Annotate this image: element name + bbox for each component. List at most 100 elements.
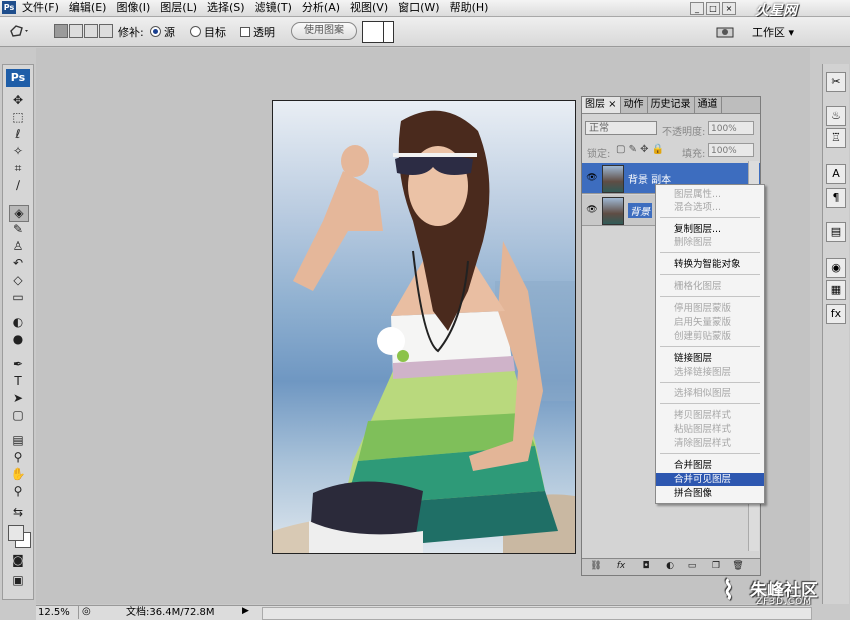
link-icon[interactable]: ⛓: [590, 561, 602, 572]
menu-item-disable-layer-mask[interactable]: 停用图层蒙版: [656, 302, 764, 315]
new-selection-icon[interactable]: [54, 24, 68, 38]
lasso-tool-icon[interactable]: ℓ: [9, 127, 27, 142]
eyedropper-tool-icon[interactable]: ⚲: [9, 450, 27, 465]
swatches-panel-icon[interactable]: ▦: [826, 280, 846, 300]
styles-panel-icon[interactable]: fx: [826, 304, 846, 324]
menu-item-link-layers[interactable]: 链接图层: [656, 352, 764, 365]
type-tool-icon[interactable]: T: [9, 374, 27, 389]
brush-panel-icon[interactable]: ♨: [826, 106, 846, 126]
subtract-selection-icon[interactable]: [84, 24, 98, 38]
menu-analysis[interactable]: 分析(A): [302, 1, 340, 15]
status-menu-arrow-icon[interactable]: ▶: [242, 606, 249, 616]
trash-icon[interactable]: 🗑: [732, 561, 744, 572]
menu-item-copy-layer-style[interactable]: 拷贝图层样式: [656, 409, 764, 422]
clone-source-icon[interactable]: ♖: [826, 128, 846, 148]
screen-mode-icon[interactable]: ▣: [9, 573, 27, 588]
add-selection-icon[interactable]: [69, 24, 83, 38]
blur-tool-icon[interactable]: ◐: [9, 315, 27, 330]
document-image[interactable]: [272, 100, 576, 554]
magic-wand-tool-icon[interactable]: ✧: [9, 144, 27, 159]
tab-history[interactable]: 历史记录: [648, 97, 695, 113]
hand-tool-icon[interactable]: ✋: [9, 467, 27, 482]
menu-item-flatten-image[interactable]: 拼合图像: [656, 487, 764, 500]
menu-item-merge-layers[interactable]: 合并图层: [656, 459, 764, 472]
history-brush-tool-icon[interactable]: ↶: [9, 256, 27, 271]
gradient-tool-icon[interactable]: ▭: [9, 290, 27, 305]
marquee-tool-icon[interactable]: ⬚: [9, 110, 27, 125]
eraser-tool-icon[interactable]: ◇: [9, 273, 27, 288]
menu-item-convert-smart-object[interactable]: 转换为智能对象: [656, 258, 764, 271]
menu-item-select-linked-layers[interactable]: 选择链接图层: [656, 366, 764, 379]
menu-item-enable-vector-mask[interactable]: 启用矢量蒙版: [656, 316, 764, 329]
maximize-button[interactable]: □: [706, 2, 720, 15]
menu-view[interactable]: 视图(V): [350, 1, 388, 15]
notes-tool-icon[interactable]: ▤: [9, 433, 27, 448]
blend-mode-select[interactable]: 正常: [585, 121, 657, 135]
visibility-eye-icon[interactable]: 👁: [586, 205, 598, 215]
mask-icon[interactable]: ◘: [640, 561, 652, 572]
status-options-icon[interactable]: ◎: [82, 606, 91, 617]
folder-icon[interactable]: ▭: [686, 561, 698, 572]
default-colors-icon[interactable]: ⇆: [9, 505, 27, 520]
menu-item-rasterize-layer[interactable]: 栅格化图层: [656, 280, 764, 293]
zoom-tool-icon[interactable]: ⚲: [9, 484, 27, 499]
pattern-swatch[interactable]: [362, 21, 394, 43]
photoshop-app-icon[interactable]: Ps: [2, 1, 16, 14]
use-pattern-button[interactable]: 使用图案: [291, 22, 357, 40]
pen-tool-icon[interactable]: ✒: [9, 357, 27, 372]
quick-mask-icon[interactable]: ◙: [9, 553, 27, 568]
tab-actions[interactable]: 动作: [621, 97, 648, 113]
shape-tool-icon[interactable]: ▢: [9, 408, 27, 423]
menu-window[interactable]: 窗口(W): [398, 1, 439, 15]
menu-item-blending-options[interactable]: 混合选项...: [656, 201, 764, 214]
minimize-button[interactable]: _: [690, 2, 704, 15]
menu-layer[interactable]: 图层(L): [160, 1, 197, 15]
tab-channels[interactable]: 通道: [695, 97, 722, 113]
info-panel-icon[interactable]: ▤: [826, 222, 846, 242]
tools-preset-icon[interactable]: ✂: [826, 72, 846, 92]
foreground-color-swatch[interactable]: [8, 525, 24, 541]
menu-help[interactable]: 帮助(H): [450, 1, 489, 15]
new-layer-icon[interactable]: ❐: [710, 561, 722, 572]
patch-tool-icon[interactable]: ◈: [9, 205, 29, 222]
character-panel-icon[interactable]: A: [826, 164, 846, 184]
lock-icons[interactable]: ▢ ✎ ✥ 🔒: [616, 144, 664, 155]
opacity-field[interactable]: 100%: [708, 121, 754, 135]
intersect-selection-icon[interactable]: [99, 24, 113, 38]
menu-item-merge-visible[interactable]: 合并可见图层: [656, 473, 764, 486]
menu-edit[interactable]: 编辑(E): [69, 1, 107, 15]
close-button[interactable]: ×: [722, 2, 736, 15]
path-selection-tool-icon[interactable]: ➤: [9, 391, 27, 406]
menu-item-delete-layer[interactable]: 删除图层: [656, 236, 764, 249]
dodge-tool-icon[interactable]: ●: [9, 332, 27, 347]
bridge-icon[interactable]: [716, 24, 734, 38]
menu-item-create-clipping-mask[interactable]: 创建剪贴蒙版: [656, 330, 764, 343]
paragraph-panel-icon[interactable]: ¶: [826, 188, 846, 208]
menu-item-paste-layer-style[interactable]: 粘贴图层样式: [656, 423, 764, 436]
zoom-level[interactable]: 12.5%: [38, 606, 79, 619]
menu-image[interactable]: 图像(I): [116, 1, 150, 15]
color-panel-icon[interactable]: ◉: [826, 258, 846, 278]
menu-item-select-similar-layers[interactable]: 选择相似图层: [656, 387, 764, 400]
target-radio[interactable]: 目标: [190, 24, 226, 40]
crop-tool-icon[interactable]: ⌗: [9, 161, 27, 176]
menu-select[interactable]: 选择(S): [207, 1, 245, 15]
menu-filter[interactable]: 滤镜(T): [255, 1, 292, 15]
menu-item-layer-properties[interactable]: 图层属性...: [656, 188, 764, 201]
menu-file[interactable]: 文件(F): [22, 1, 59, 15]
workspace-dropdown[interactable]: 工作区 ▾: [752, 24, 794, 40]
fx-icon[interactable]: fx: [615, 561, 627, 572]
adjustment-icon[interactable]: ◐: [664, 561, 676, 572]
visibility-eye-icon[interactable]: 👁: [586, 173, 598, 183]
move-tool-icon[interactable]: ✥: [9, 93, 27, 108]
fill-field[interactable]: 100%: [708, 143, 754, 157]
brush-tool-icon[interactable]: ✎: [9, 222, 27, 237]
menu-item-clear-layer-style[interactable]: 清除图层样式: [656, 437, 764, 450]
slice-tool-icon[interactable]: ∕: [9, 178, 27, 193]
patch-tool-preset-icon[interactable]: [8, 23, 30, 39]
transparent-checkbox[interactable]: 透明: [240, 24, 275, 40]
menu-item-duplicate-layer[interactable]: 复制图层...: [656, 223, 764, 236]
tab-layers[interactable]: 图层 ×: [582, 97, 621, 113]
source-radio[interactable]: 源: [150, 24, 175, 40]
clone-stamp-tool-icon[interactable]: ♙: [9, 239, 27, 254]
